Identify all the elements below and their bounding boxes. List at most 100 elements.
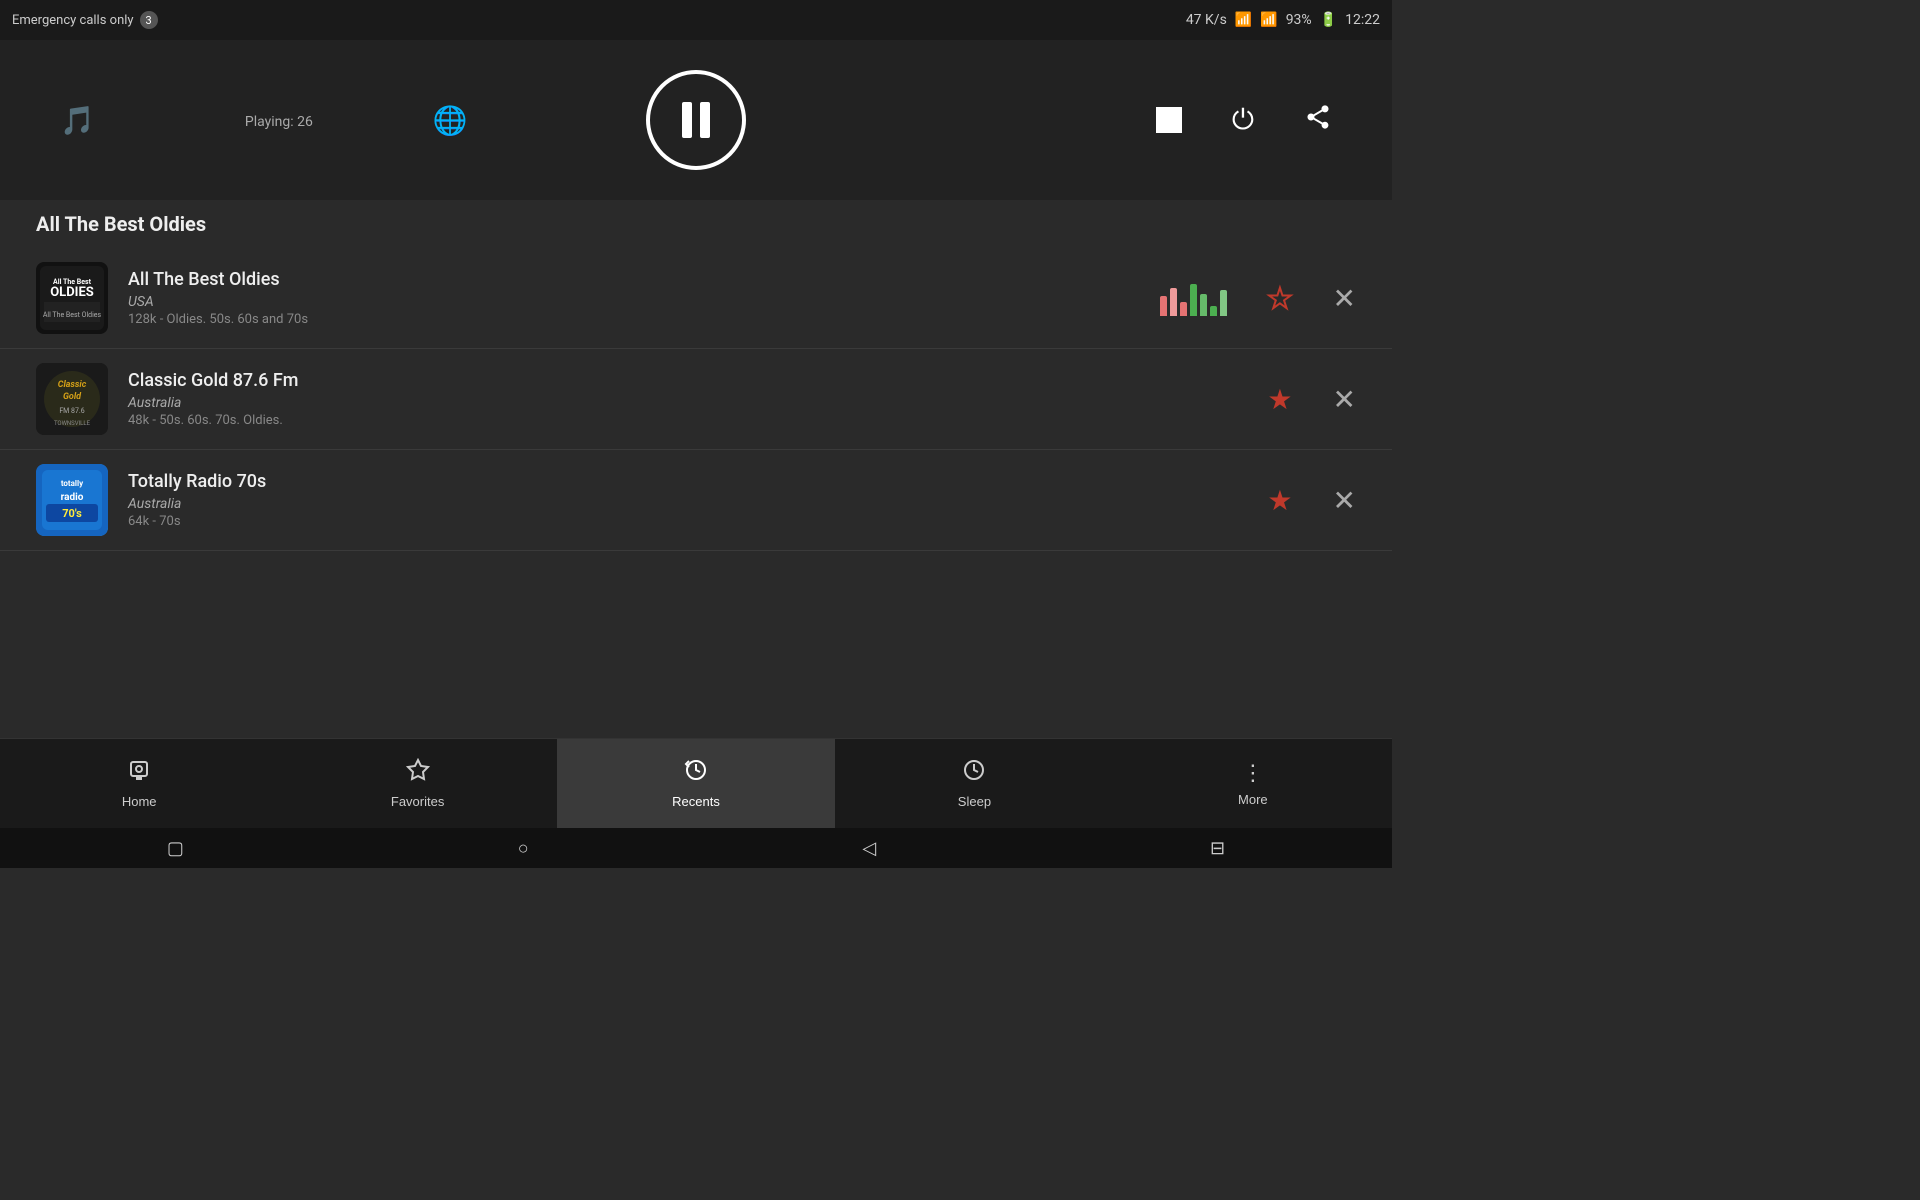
svg-text:radio: radio (61, 492, 84, 503)
wifi-icon: 📶 (1260, 12, 1277, 28)
close-icon-3: ✕ (1333, 485, 1356, 516)
android-recents-button[interactable]: ▢ (167, 838, 184, 859)
station-country-3: Australia (128, 496, 1267, 512)
android-recents-icon: ▢ (167, 838, 184, 858)
home-icon (127, 758, 151, 788)
station-actions-2: ★ ✕ (1267, 383, 1356, 416)
share-button[interactable] (1304, 103, 1332, 138)
close-icon-2: ✕ (1333, 384, 1356, 415)
playing-label: Playing: 26 (245, 114, 313, 130)
close-icon-1: ✕ (1333, 283, 1356, 314)
station-item-3[interactable]: totally radio 70's Totally Radio 70s Aus… (0, 450, 1392, 551)
favorite-button-2[interactable]: ★ (1267, 383, 1292, 416)
top-left-controls: 🎵 Playing: 26 🌐 (60, 104, 468, 137)
share-icon (1304, 103, 1332, 138)
station-name-1: All The Best Oldies (128, 269, 1160, 290)
station-desc-1: 128k - Oldies. 50s. 60s and 70s (128, 312, 1160, 327)
now-playing-title: All The Best Oldies (0, 200, 1392, 248)
station-info-1: All The Best Oldies USA 128k - Oldies. 5… (128, 269, 1160, 327)
home-label: Home (122, 794, 157, 809)
70s-logo: totally radio 70's (36, 464, 108, 536)
bluetooth-icon: 📶 (1235, 12, 1252, 28)
android-menu-icon: ⊟ (1210, 838, 1225, 858)
nav-more[interactable]: ⋮ More (1114, 739, 1392, 828)
stop-icon (1156, 107, 1182, 133)
android-home-button[interactable]: ○ (518, 838, 529, 859)
music-note-icon: 🎵 (60, 104, 95, 137)
station-desc-3: 64k - 70s (128, 514, 1267, 529)
station-info-2: Classic Gold 87.6 Fm Australia 48k - 50s… (128, 370, 1267, 428)
more-label: More (1238, 792, 1268, 807)
station-country-2: Australia (128, 395, 1267, 411)
recents-label: Recents (672, 794, 720, 809)
station-logo-2: Classic Gold FM 87.6 TOWNSVILLE (36, 363, 108, 435)
speed-indicator: 47 K/s (1186, 12, 1227, 28)
nav-favorites[interactable]: Favorites (278, 739, 556, 828)
battery-icon: 🔋 (1320, 12, 1337, 28)
globe-icon: 🌐 (433, 104, 468, 137)
gold-logo-svg: Classic Gold FM 87.6 TOWNSVILLE (36, 363, 108, 435)
power-icon: ⏻ (1232, 104, 1254, 137)
power-button[interactable]: ⏻ (1232, 104, 1254, 137)
android-back-button[interactable]: ◁ (862, 838, 876, 859)
stop-button[interactable] (1156, 107, 1182, 133)
station-item[interactable]: All The Best OLDIES All The Best Oldies … (0, 248, 1392, 349)
favorites-icon (406, 758, 430, 788)
recents-icon (684, 758, 708, 788)
status-left: Emergency calls only 3 (12, 11, 158, 29)
top-right-controls: ⏻ (1156, 103, 1332, 138)
station-country-1: USA (128, 294, 1160, 310)
svg-text:All The Best Oldies: All The Best Oldies (43, 311, 102, 319)
remove-button-2[interactable]: ✕ (1333, 383, 1356, 416)
star-icon-1: ★ (1267, 283, 1292, 314)
svg-text:totally: totally (61, 479, 84, 488)
android-back-icon: ◁ (862, 838, 876, 858)
oldies-logo-svg: All The Best OLDIES All The Best Oldies (36, 262, 108, 334)
status-bar: Emergency calls only 3 47 K/s 📶 📶 93% 🔋 … (0, 0, 1392, 40)
notification-badge: 3 (140, 11, 158, 29)
android-menu-button[interactable]: ⊟ (1210, 838, 1225, 859)
station-info-3: Totally Radio 70s Australia 64k - 70s (128, 471, 1267, 529)
battery-level: 93% (1286, 12, 1312, 28)
nav-home[interactable]: Home (0, 739, 278, 828)
pause-icon (682, 102, 710, 138)
svg-text:Classic: Classic (58, 380, 87, 390)
station-list: All The Best OLDIES All The Best Oldies … (0, 248, 1392, 551)
status-right: 47 K/s 📶 📶 93% 🔋 12:22 (1186, 12, 1380, 28)
station-desc-2: 48k - 50s. 60s. 70s. Oldies. (128, 413, 1267, 428)
android-home-icon: ○ (518, 838, 529, 858)
station-actions-1: ★ ✕ (1160, 280, 1356, 316)
clock: 12:22 (1345, 12, 1380, 28)
bottom-nav: Home Favorites Recents Sleep ⋮ (0, 738, 1392, 828)
svg-text:TOWNSVILLE: TOWNSVILLE (54, 420, 91, 427)
svg-text:OLDIES: OLDIES (50, 285, 94, 300)
music-note-button[interactable]: 🎵 (60, 104, 95, 137)
nav-recents[interactable]: Recents (557, 739, 835, 828)
sleep-label: Sleep (958, 794, 991, 809)
station-logo-3: totally radio 70's (36, 464, 108, 536)
station-actions-3: ★ ✕ (1267, 484, 1356, 517)
globe-button[interactable]: 🌐 (433, 104, 468, 137)
pause-button[interactable] (646, 70, 746, 170)
sleep-icon (962, 758, 986, 788)
station-name-3: Totally Radio 70s (128, 471, 1267, 492)
remove-button-1[interactable]: ✕ (1333, 282, 1356, 315)
top-controls: 🎵 Playing: 26 🌐 ⏻ (0, 40, 1392, 200)
station-logo-1: All The Best OLDIES All The Best Oldies (36, 262, 108, 334)
star-icon-2: ★ (1267, 384, 1292, 415)
remove-button-3[interactable]: ✕ (1333, 484, 1356, 517)
favorite-button-3[interactable]: ★ (1267, 484, 1292, 517)
more-icon: ⋮ (1242, 760, 1264, 786)
favorites-label: Favorites (391, 794, 444, 809)
star-icon-3: ★ (1267, 485, 1292, 516)
svg-text:Gold: Gold (63, 392, 82, 402)
svg-text:FM 87.6: FM 87.6 (59, 407, 84, 415)
station-item-2[interactable]: Classic Gold FM 87.6 TOWNSVILLE Classic … (0, 349, 1392, 450)
70s-logo-svg: totally radio 70's (36, 464, 108, 536)
nav-sleep[interactable]: Sleep (835, 739, 1113, 828)
station-name-2: Classic Gold 87.6 Fm (128, 370, 1267, 391)
emergency-calls-text: Emergency calls only (12, 13, 134, 28)
android-nav-bar: ▢ ○ ◁ ⊟ (0, 828, 1392, 868)
favorite-button-1[interactable]: ★ (1267, 282, 1292, 315)
playing-info: Playing: 26 (215, 111, 313, 130)
